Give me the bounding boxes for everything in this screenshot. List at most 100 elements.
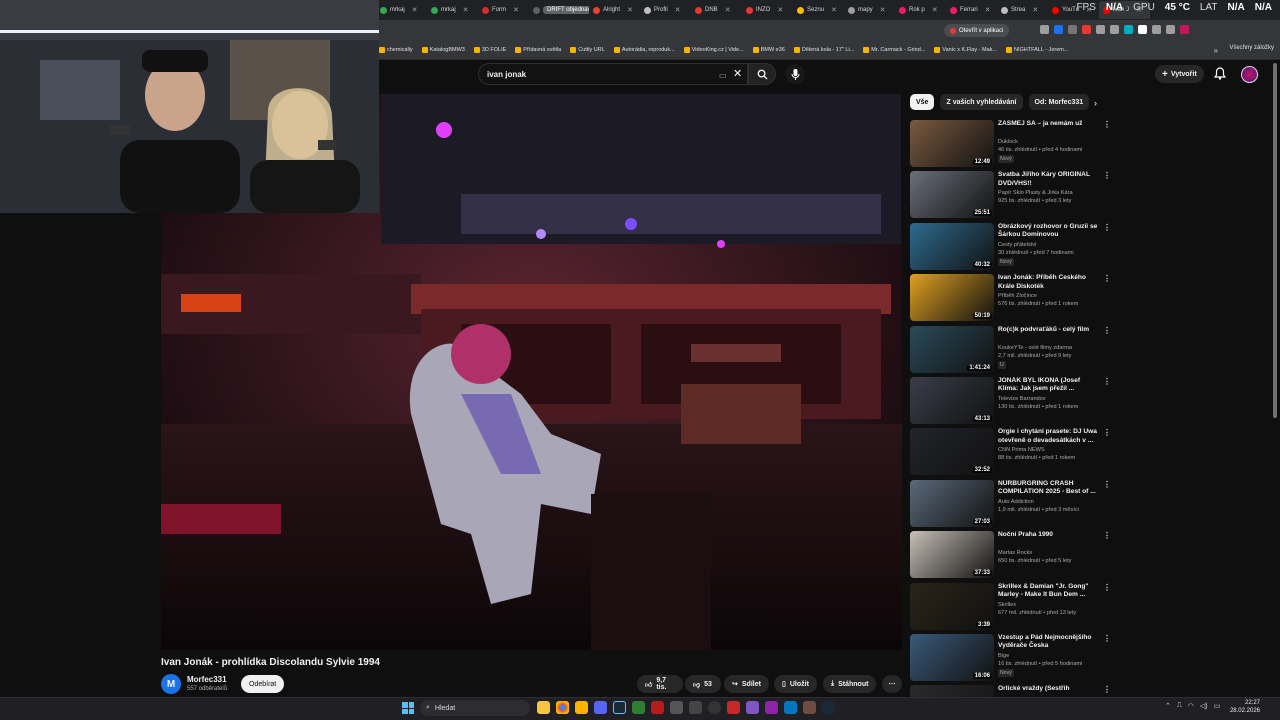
browser-tab[interactable]: mapy ✕: [844, 1, 895, 19]
start-icon[interactable]: [402, 702, 414, 714]
recommended-video[interactable]: 1:41:24 Ro(c)k podvraťáků - celý film Kouk…: [910, 325, 1111, 374]
chrome-icon[interactable]: [556, 701, 569, 714]
recommended-title[interactable]: Ivan Jonák: Příběh Českého Krále Diskoté…: [998, 274, 1100, 291]
app-icon[interactable]: [651, 701, 664, 714]
browser-tab[interactable]: Seznu ✕: [793, 1, 844, 19]
chevron-up-icon[interactable]: ⌃: [1165, 702, 1171, 710]
recommended-title[interactable]: Vzestup a Pád Nejmocnějšího Vyděrače Čes…: [998, 634, 1100, 651]
bookmark-item[interactable]: VideoKing.cz | Vide...: [683, 46, 744, 53]
extension-icon[interactable]: [1166, 25, 1175, 34]
browser-tab[interactable]: Alright ✕: [589, 1, 640, 19]
extension-icon[interactable]: [1110, 25, 1119, 34]
recommended-video[interactable]: 37:33 Noční Praha 1990 Martas Rocks 650 tis…: [910, 531, 1111, 579]
recommended-video[interactable]: 27:03 NÜRBURGRING CRASH COMPILATION 2025 …: [910, 479, 1111, 528]
recommended-video[interactable]: 12:49 ZASMEJ SA – ja nemám už Duklock 46 ti…: [910, 120, 1111, 168]
account-avatar[interactable]: [1241, 66, 1258, 83]
system-clock[interactable]: 22:27 28.02.2026: [1226, 699, 1260, 715]
clear-search-icon[interactable]: ✕: [733, 67, 742, 80]
extension-icon[interactable]: [1180, 25, 1189, 34]
bookmark-item[interactable]: BMW e36: [752, 46, 785, 53]
video-thumbnail[interactable]: 12:49: [910, 120, 994, 167]
recommended-title[interactable]: JONÁK BYL IKONA (Josef Klíma: Jak jsem p…: [998, 377, 1100, 394]
app-icon[interactable]: [765, 701, 778, 714]
app-icon[interactable]: [689, 701, 702, 714]
chip-from-searches[interactable]: Z vašich vyhledávání: [940, 94, 1023, 110]
recommended-title[interactable]: Orlické vraždy (Sestřih: [998, 685, 1100, 693]
channel-name[interactable]: Morfec331: [187, 675, 227, 684]
volume-icon[interactable]: ◁): [1200, 702, 1208, 710]
close-tab-icon[interactable]: ✕: [1032, 6, 1038, 14]
extension-icon[interactable]: [1068, 25, 1077, 34]
bookmark-item[interactable]: KatalogBMW3: [421, 46, 465, 53]
more-vertical-icon[interactable]: ⋮: [1103, 223, 1111, 232]
more-vertical-icon[interactable]: ⋮: [1103, 685, 1111, 694]
recommended-title[interactable]: Noční Praha 1990: [998, 531, 1100, 539]
bookmark-item[interactable]: 3D FOLIE: [473, 46, 506, 53]
recommended-channel[interactable]: Papír Sklo Plasty & Jirka Kára: [998, 189, 1073, 197]
recommended-title[interactable]: Ro(c)k podvraťáků - celý film: [998, 326, 1100, 334]
wifi-icon[interactable]: ◠: [1188, 702, 1194, 710]
recommended-video[interactable]: 50:19 Ivan Jonák: Příběh Českého Krále Di…: [910, 274, 1111, 322]
recommended-title[interactable]: Obrázkový rozhovor o Gruzii se Šárkou Do…: [998, 223, 1100, 240]
more-vertical-icon[interactable]: ⋮: [1103, 120, 1111, 129]
voice-search-button[interactable]: [785, 64, 805, 84]
bookmark-item[interactable]: Přídavná světla: [515, 46, 561, 53]
recommended-video[interactable]: 16:06 Vzestup a Pád Nejmocnějšího Vyděrač…: [910, 634, 1111, 682]
browser-tab[interactable]: Form ✕: [478, 1, 529, 19]
close-tab-icon[interactable]: ✕: [412, 6, 418, 14]
video-thumbnail[interactable]: 25:51: [910, 171, 994, 219]
keyboard-icon[interactable]: ▭: [719, 71, 727, 80]
discord-icon[interactable]: [594, 701, 607, 714]
bookmark-item[interactable]: Autorádia, reproduk...: [613, 46, 675, 53]
all-bookmarks-folder[interactable]: Všechny záložky: [1229, 45, 1274, 51]
video-thumbnail[interactable]: 50:19: [910, 274, 994, 322]
close-tab-icon[interactable]: ✕: [880, 6, 886, 14]
recommended-video[interactable]: 3:39 Skrillex & Damian "Jr. Gong" Marley …: [910, 582, 1111, 631]
battery-icon[interactable]: ▭: [1214, 702, 1221, 710]
chevron-right-icon[interactable]: ›: [1094, 98, 1097, 108]
browser-tab[interactable]: DRIFT objednavky✕: [529, 1, 589, 19]
create-button[interactable]: + Vytvořit: [1155, 65, 1204, 83]
browser-tab[interactable]: Strea ✕: [997, 1, 1048, 19]
recommended-channel[interactable]: Duklock: [998, 138, 1018, 146]
bookmark-item[interactable]: Dělená kola - 17" Li...: [793, 46, 854, 53]
file-explorer-icon[interactable]: [537, 701, 550, 714]
browser-tab[interactable]: Profil ✕: [640, 1, 691, 19]
browser-tab[interactable]: DNB ✕: [691, 1, 742, 19]
bookmark-item[interactable]: chemically: [379, 46, 413, 53]
extension-icon[interactable]: [1082, 25, 1091, 34]
recommended-channel[interactable]: Auto Addiction: [998, 498, 1034, 506]
search-button[interactable]: [748, 63, 776, 85]
recommended-channel[interactable]: Cesty přátelství: [998, 241, 1037, 249]
extension-icon[interactable]: [1124, 25, 1133, 34]
recommended-title[interactable]: Orgie i chytání prasete: DJ Uwa otevřeně…: [998, 428, 1100, 445]
recommended-title[interactable]: Skrillex & Damian "Jr. Gong" Marley - Ma…: [998, 583, 1100, 600]
video-thumbnail[interactable]: 1:41:24: [910, 325, 994, 373]
recommended-video[interactable]: 25:51 Svatba Jiřího Káry ORIGINAL DVD/VHS…: [910, 171, 1111, 219]
video-thumbnail[interactable]: 37:33: [910, 531, 994, 579]
calculator-icon[interactable]: [670, 701, 683, 714]
recommended-channel[interactable]: CNN Prima NEWS: [998, 446, 1045, 454]
recommended-channel[interactable]: Televize Barrandov: [998, 395, 1046, 403]
bookmark-item[interactable]: Mr. Carmack - Grind...: [863, 46, 925, 53]
more-vertical-icon[interactable]: ⋮: [1103, 634, 1111, 643]
recommended-channel[interactable]: Bige: [998, 652, 1009, 660]
app-icon[interactable]: [727, 701, 740, 714]
search-input[interactable]: ivan jonak: [478, 63, 748, 85]
taskbar-search[interactable]: ⌕ Hledat: [420, 700, 530, 716]
save-button[interactable]: ▯ Uložit: [774, 675, 817, 693]
close-tab-icon[interactable]: ✕: [463, 6, 469, 14]
app-icon[interactable]: [803, 701, 816, 714]
recommended-channel[interactable]: Skrillex: [998, 601, 1016, 609]
app-icon[interactable]: [632, 701, 645, 714]
close-tab-icon[interactable]: ✕: [675, 6, 681, 14]
chip-from-channel[interactable]: Od: Morfec331: [1028, 94, 1090, 110]
recommended-channel[interactable]: KoukeYTe - celé filmy zdarma: [998, 344, 1072, 352]
more-vertical-icon[interactable]: ⋮: [1103, 274, 1111, 283]
more-vertical-icon[interactable]: ⋮: [1103, 480, 1111, 489]
recommended-title[interactable]: ZASMEJ SA – ja nemám už: [998, 120, 1100, 128]
recommended-channel[interactable]: Martas Rocks: [998, 549, 1032, 557]
app-icon[interactable]: [784, 701, 797, 714]
close-tab-icon[interactable]: ✕: [725, 6, 731, 14]
browser-tab[interactable]: mrkaj ✕: [376, 1, 427, 19]
